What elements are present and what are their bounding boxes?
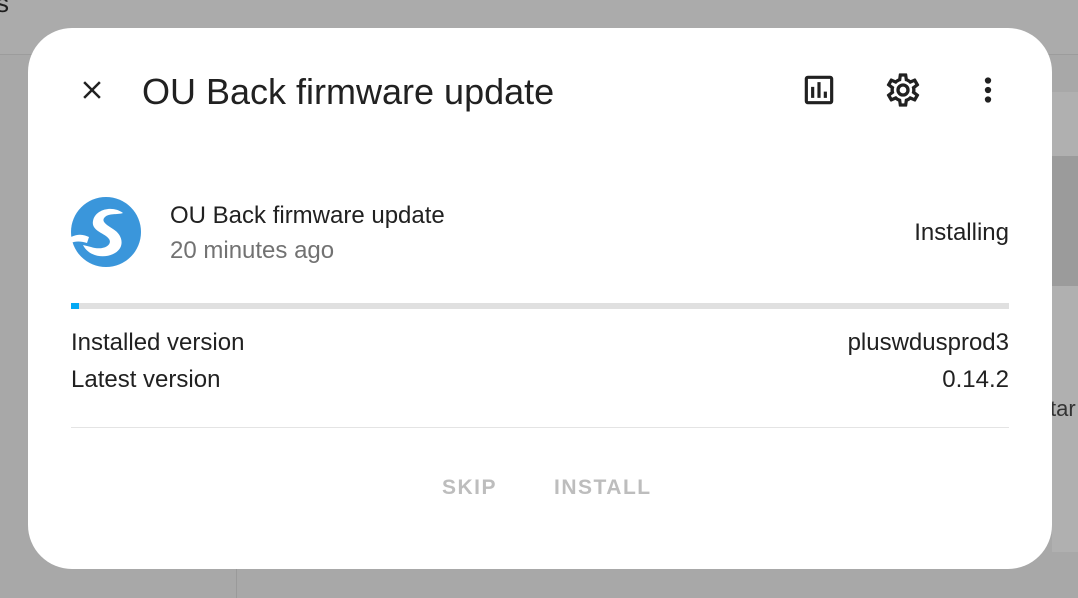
more-info-dialog: OU Back firmware update OU Back firmware… [28,28,1052,569]
background-right-block [1050,156,1078,286]
installed-version-label: Installed version [71,329,245,356]
settings-button[interactable] [879,66,927,114]
more-vertical-icon [984,77,992,103]
background-text-fragment: tar [1050,396,1076,421]
brand-s-logo [71,197,141,267]
gear-icon [886,73,920,107]
entity-state: Installing [914,219,1009,246]
latest-version-label: Latest version [71,366,221,393]
dialog-title: OU Back firmware update [142,71,555,112]
background-title-fragment: s [0,0,9,18]
install-button[interactable]: INSTALL [554,470,652,506]
dialog-header: OU Back firmware update [28,28,1052,156]
actions-divider [71,427,1009,428]
close-icon [83,81,101,99]
skip-button[interactable]: SKIP [442,470,497,506]
more-options-button[interactable] [964,66,1012,114]
update-progress-bar [71,303,1009,309]
latest-version-row: Latest version 0.14.2 [71,366,1009,398]
update-progress-fill [71,303,79,309]
chart-box-outline-icon [804,75,834,105]
installed-version-row: Installed version pluswdusprod3 [71,329,1009,361]
entity-row: OU Back firmware update 20 minutes ago I… [71,196,1009,268]
installed-version-value: pluswdusprod3 [847,329,1009,356]
entity-last-changed: 20 minutes ago [170,237,335,264]
latest-version-value: 0.14.2 [942,366,1009,393]
entity-name: OU Back firmware update [170,202,445,229]
history-button[interactable] [795,66,843,114]
close-button[interactable] [68,66,116,114]
